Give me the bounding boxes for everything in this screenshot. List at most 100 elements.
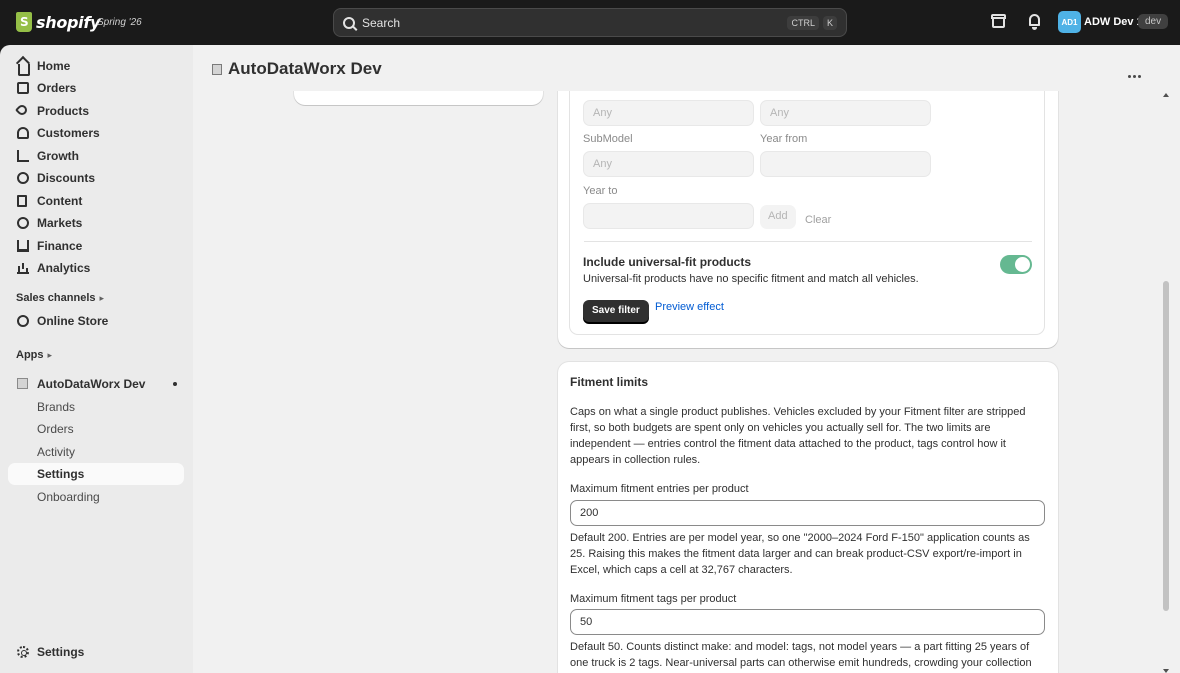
tag-icon	[14, 102, 30, 118]
sidebar-item-settings[interactable]: Settings	[8, 641, 184, 663]
divider	[584, 241, 1032, 242]
year-from-input[interactable]	[760, 151, 931, 177]
pin-dot-icon	[173, 382, 177, 386]
clear-link[interactable]: Clear	[805, 214, 831, 226]
home-icon	[18, 64, 30, 76]
sidebar-subitem-orders[interactable]: Orders	[8, 418, 184, 440]
sidebar-item-analytics[interactable]: Analytics	[8, 257, 184, 279]
sidebar-item-growth[interactable]: Growth	[8, 145, 184, 167]
sales-channels-label: Sales channels	[16, 292, 96, 304]
sidebar-subitem-activity[interactable]: Activity	[8, 441, 184, 463]
sidebar-item-label: AutoDataWorx Dev	[37, 377, 146, 391]
sidebar-item-label: Finance	[37, 239, 83, 253]
submodel-label: SubModel	[583, 133, 633, 145]
sales-channels-header[interactable]: Sales channels ▸	[16, 292, 104, 304]
sidebar-item-content[interactable]: Content	[8, 190, 184, 212]
person-icon	[17, 127, 29, 139]
sidebar-item-label: Orders	[37, 81, 77, 95]
env-badge: dev	[1138, 14, 1169, 29]
submodel-select[interactable]: Any	[583, 151, 754, 177]
sidebar-item-label: Orders	[37, 422, 74, 436]
sidebar-subitem-brands[interactable]: Brands	[8, 396, 184, 418]
sidebar-item-customers[interactable]: Customers	[8, 122, 184, 144]
scroll-thumb[interactable]	[1163, 281, 1169, 611]
make-select[interactable]: Any	[583, 100, 754, 126]
shopify-logo[interactable]: shopify	[16, 12, 100, 32]
avatar[interactable]: AD1	[1058, 11, 1081, 33]
max-tags-label: Maximum fitment tags per product	[570, 593, 737, 605]
sidebar-item-label: Analytics	[37, 261, 91, 275]
sidebar-item-label: Customers	[37, 126, 100, 140]
shortcut-ctrl: CTRL	[787, 16, 819, 30]
fitment-limits-card: Fitment limits Caps on what a single pro…	[558, 362, 1058, 673]
content-icon	[17, 195, 27, 207]
sidebar-item-label: Home	[37, 59, 71, 73]
fitment-limits-title: Fitment limits	[570, 375, 649, 389]
notifications-bell-icon[interactable]	[1026, 13, 1044, 31]
sidebar-subitem-onboarding[interactable]: Onboarding	[8, 486, 184, 508]
page-header: AutoDataWorx Dev	[193, 45, 1153, 91]
sidebar-item-label: Markets	[37, 216, 83, 230]
apps-header[interactable]: Apps ▸	[16, 349, 52, 361]
sidebar-item-online-store[interactable]: Online Store	[8, 310, 184, 332]
sidebar-item-products[interactable]: Products	[8, 100, 184, 122]
apps-label: Apps	[16, 349, 44, 361]
max-tags-help: Default 50. Counts distinct make: and mo…	[570, 641, 1032, 669]
bank-icon	[17, 240, 29, 252]
search-icon	[343, 16, 355, 29]
app-icon	[17, 378, 28, 389]
main-content: Make Model Any Any SubModel Year from An…	[193, 45, 1180, 673]
store-name[interactable]: ADW Dev 1	[1084, 16, 1143, 28]
online-store-icon	[17, 315, 29, 327]
edition-label: Spring '26	[97, 17, 142, 28]
shortcut-k: K	[822, 16, 837, 30]
scrollbar[interactable]	[1161, 91, 1173, 673]
year-to-label: Year to	[583, 185, 618, 197]
sidebar-item-label: Onboarding	[37, 490, 100, 504]
sidebar: Home Orders Products Customers Growth Di…	[0, 45, 193, 673]
sidebar-item-label: Settings	[37, 467, 85, 481]
sidebar-item-finance[interactable]: Finance	[8, 235, 184, 257]
sidebar-item-label: Content	[37, 194, 83, 208]
sidebar-item-markets[interactable]: Markets	[8, 212, 184, 234]
sidebar-item-label: Brands	[37, 400, 76, 414]
max-entries-input[interactable]: 200	[570, 500, 1045, 526]
toggle-knob	[1015, 257, 1030, 272]
sidebar-subitem-settings[interactable]: Settings	[8, 463, 184, 485]
universal-fit-toggle[interactable]	[1000, 255, 1032, 274]
preview-effect-link[interactable]: Preview effect	[655, 301, 724, 313]
sidebar-item-app[interactable]: AutoDataWorx Dev	[8, 373, 184, 395]
shopify-bag-icon	[16, 12, 32, 32]
top-bar: shopify Spring '26 Search CTRL K AD1 ADW…	[0, 0, 1180, 45]
sidebar-item-label: Discounts	[37, 171, 96, 185]
chevron-right-icon: ▸	[99, 292, 105, 303]
gear-icon	[17, 646, 29, 658]
sidebar-item-home[interactable]: Home	[8, 55, 184, 77]
sidebar-item-label: Growth	[37, 149, 79, 163]
sidebar-item-label: Settings	[37, 645, 85, 659]
store-icon[interactable]	[990, 13, 1008, 31]
more-actions-icon[interactable]	[1128, 66, 1150, 78]
chevron-right-icon: ▸	[47, 349, 53, 360]
scroll-up-icon[interactable]	[1163, 93, 1169, 97]
globe-icon	[17, 217, 29, 229]
analytics-icon	[17, 262, 29, 274]
sidebar-item-label: Activity	[37, 445, 76, 459]
add-button[interactable]: Add	[760, 205, 796, 229]
growth-icon	[17, 150, 29, 162]
discount-icon	[17, 172, 29, 184]
universal-fit-title: Include universal-fit products	[583, 255, 752, 269]
save-filter-button[interactable]: Save filter	[583, 300, 649, 322]
search-bar[interactable]: Search CTRL K	[333, 8, 847, 37]
year-to-input[interactable]	[583, 203, 754, 229]
sidebar-item-label: Products	[37, 104, 90, 118]
sidebar-item-orders[interactable]: Orders	[8, 77, 184, 99]
max-entries-label: Maximum fitment entries per product	[570, 483, 749, 495]
sidebar-item-discounts[interactable]: Discounts	[8, 167, 184, 189]
year-from-label: Year from	[760, 133, 808, 145]
sidebar-item-label: Online Store	[37, 314, 109, 328]
universal-fit-description: Universal-fit products have no specific …	[583, 273, 919, 285]
model-select[interactable]: Any	[760, 100, 931, 126]
scroll-down-icon[interactable]	[1163, 669, 1169, 673]
max-tags-input[interactable]: 50	[570, 609, 1045, 635]
